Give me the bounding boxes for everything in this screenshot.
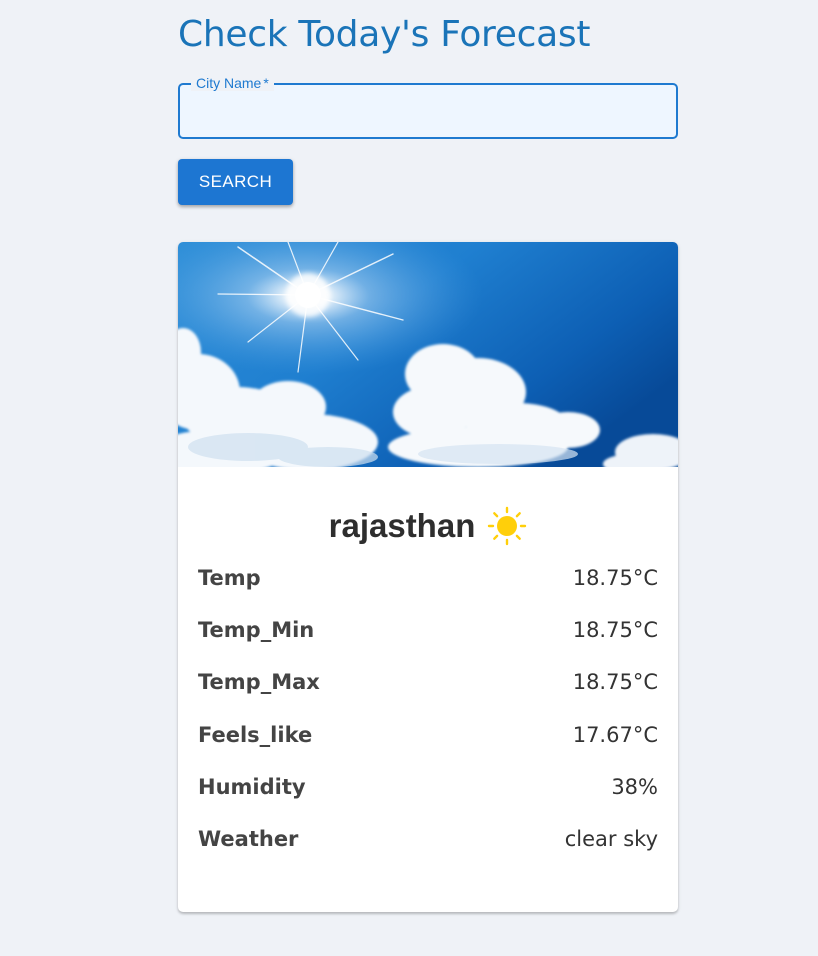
sky-sun-clouds-image bbox=[178, 242, 678, 467]
page: Check Today's Forecast City Name * SEARCH bbox=[0, 0, 818, 956]
search-button[interactable]: SEARCH bbox=[178, 159, 293, 205]
detail-label: Feels_like bbox=[198, 722, 313, 747]
city-heading: rajasthan bbox=[178, 504, 678, 548]
detail-value: 18.75°C bbox=[572, 618, 658, 643]
detail-value: 38% bbox=[611, 774, 658, 799]
detail-row-feels-like: Feels_like 17.67°C bbox=[198, 713, 658, 765]
detail-label: Temp_Max bbox=[198, 670, 320, 695]
detail-value: clear sky bbox=[564, 826, 658, 851]
city-name-label-text: City Name bbox=[196, 75, 262, 91]
detail-row-temp: Temp 18.75°C bbox=[198, 556, 658, 608]
detail-label: Humidity bbox=[198, 774, 306, 799]
detail-row-humidity: Humidity 38% bbox=[198, 765, 658, 817]
city-name: rajasthan bbox=[328, 507, 476, 544]
city-name-input[interactable] bbox=[192, 97, 662, 125]
detail-value: 17.67°C bbox=[572, 722, 658, 747]
city-name-label: City Name * bbox=[191, 75, 274, 91]
detail-label: Temp_Min bbox=[198, 618, 315, 643]
sun-icon bbox=[488, 506, 527, 546]
detail-value: 18.75°C bbox=[572, 566, 658, 590]
weather-card: rajasthan Temp 18.75°C Temp_Min 18.75°C … bbox=[178, 242, 678, 912]
detail-row-temp-min: Temp_Min 18.75°C bbox=[198, 608, 658, 660]
required-mark: * bbox=[263, 75, 269, 91]
detail-row-temp-max: Temp_Max 18.75°C bbox=[198, 660, 658, 712]
detail-label: Weather bbox=[198, 826, 299, 851]
page-title: Check Today's Forecast bbox=[178, 14, 591, 55]
weather-details: Temp 18.75°C Temp_Min 18.75°C Temp_Max 1… bbox=[198, 556, 658, 869]
detail-row-weather: Weather clear sky bbox=[198, 817, 658, 869]
detail-label: Temp bbox=[198, 566, 261, 590]
city-name-field[interactable]: City Name * bbox=[178, 75, 678, 139]
detail-value: 18.75°C bbox=[572, 670, 658, 695]
